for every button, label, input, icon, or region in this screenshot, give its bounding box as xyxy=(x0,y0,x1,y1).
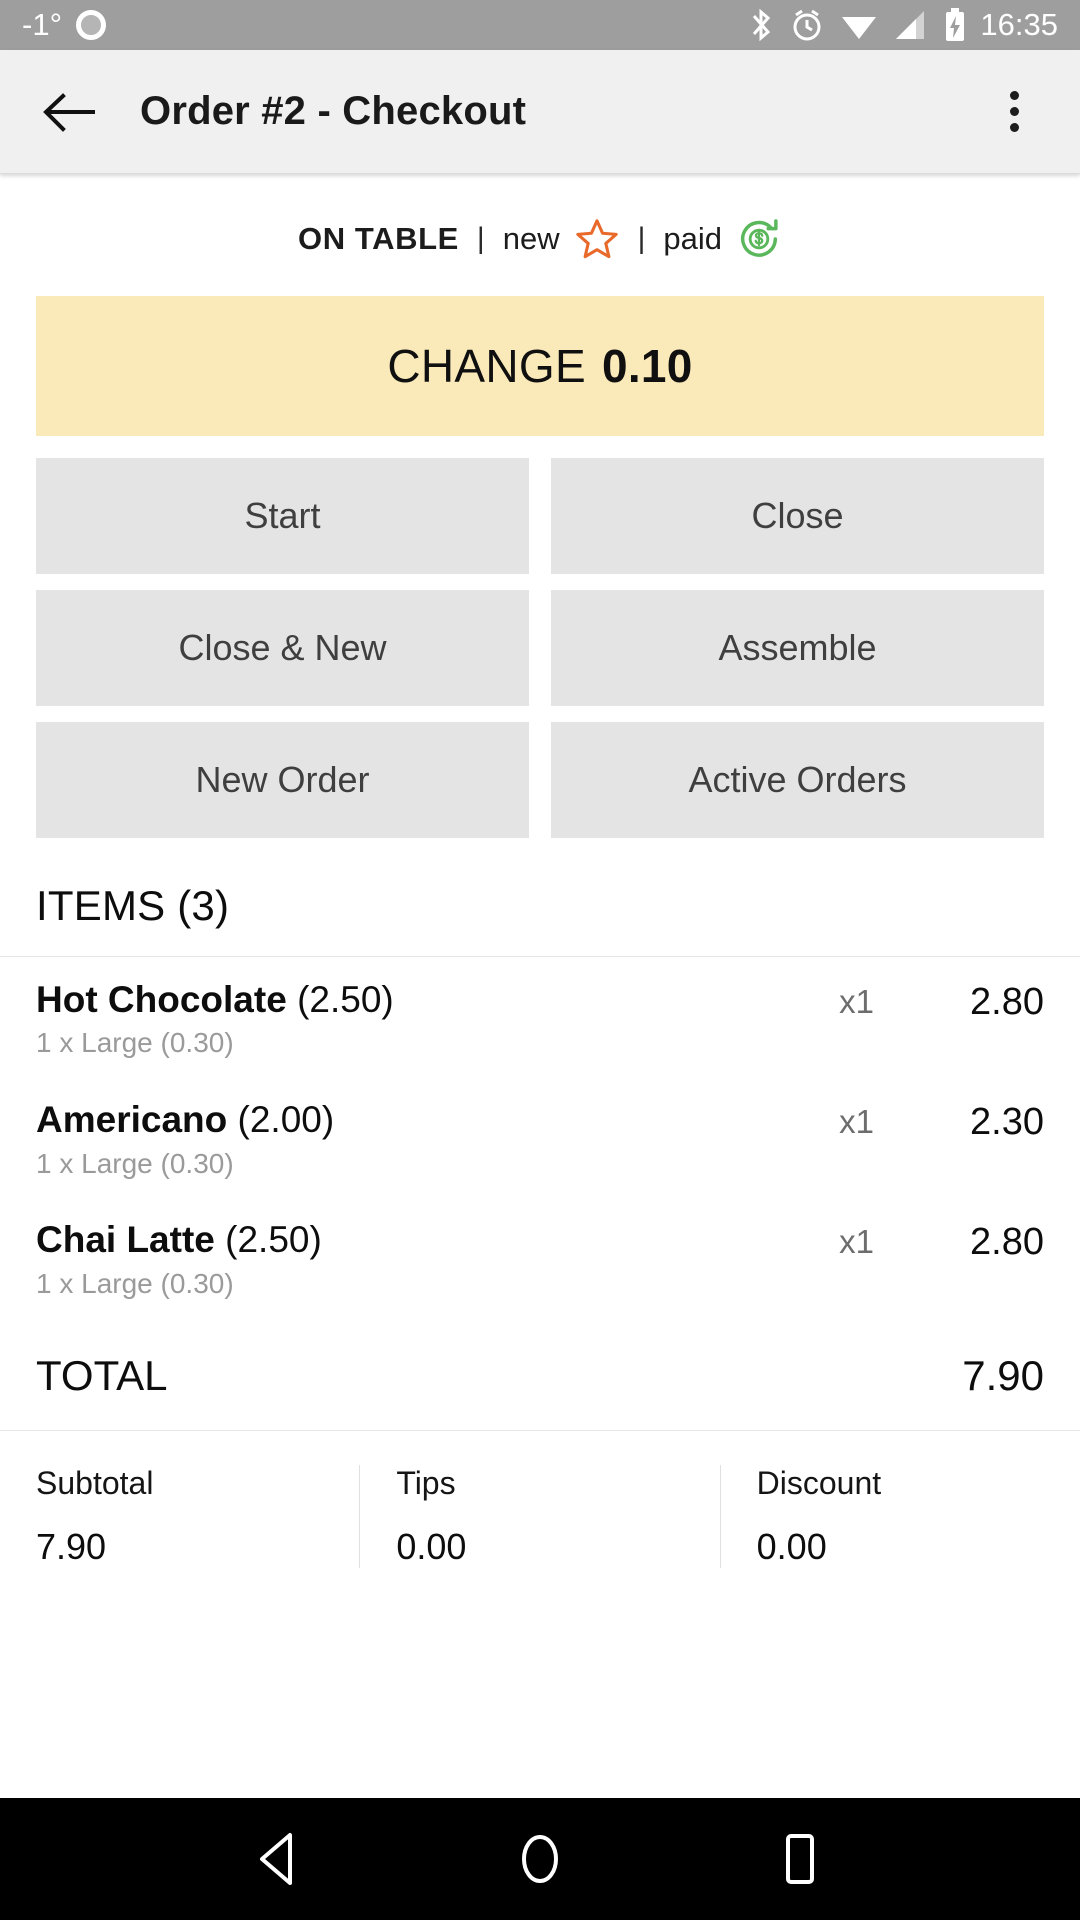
summary-cell-tips[interactable]: Tips 0.00 xyxy=(359,1464,719,1568)
summary-value: 7.90 xyxy=(36,1525,107,1567)
status-bar-icons xyxy=(748,7,966,43)
item-title: Chai Latte (2.50) xyxy=(36,1219,724,1260)
page-title: Order #2 - Checkout xyxy=(140,89,527,133)
total-label: TOTAL xyxy=(36,1351,168,1399)
item-base-price: (2.50) xyxy=(297,979,394,1020)
android-navigation-bar xyxy=(0,1798,1080,1920)
weather-circle-icon xyxy=(75,10,106,40)
item-quantity: x1 xyxy=(839,1103,874,1141)
order-paid-label: paid xyxy=(663,221,722,256)
back-arrow-icon[interactable] xyxy=(38,81,100,143)
close-and-new-button[interactable]: Close & New xyxy=(36,590,529,706)
change-label: CHANGE xyxy=(387,340,586,392)
item-title: Americano (2.00) xyxy=(36,1099,724,1140)
item-main: Americano (2.00) 1 x Large (0.30) xyxy=(36,1099,724,1179)
app-bar: Order #2 - Checkout xyxy=(0,50,1080,174)
change-banner: CHANGE 0.10 xyxy=(36,296,1044,436)
signal-icon xyxy=(894,9,928,41)
item-base-price: (2.00) xyxy=(237,1099,335,1141)
summary-label: Tips xyxy=(396,1464,456,1501)
temperature-text: -1° xyxy=(22,7,62,42)
nav-home-icon[interactable] xyxy=(485,1804,595,1914)
item-price: 2.30 xyxy=(970,1101,1044,1144)
kebab-dot xyxy=(1009,123,1019,132)
refund-dollar-icon[interactable] xyxy=(736,216,782,262)
item-name: Americano xyxy=(36,1099,228,1141)
table-row[interactable]: Americano (2.00) 1 x Large (0.30) x1 2.3… xyxy=(0,1077,1080,1197)
close-button[interactable]: Close xyxy=(551,458,1044,574)
new-order-button[interactable]: New Order xyxy=(36,722,529,838)
item-quantity: x1 xyxy=(839,983,874,1020)
order-status-line: ON TABLE | new | paid xyxy=(0,174,1080,278)
more-vertical-icon[interactable] xyxy=(986,81,1042,143)
item-main: Hot Chocolate (2.50) 1 x Large (0.30) xyxy=(36,979,724,1059)
item-modifier: 1 x Large (0.30) xyxy=(36,1027,234,1059)
summary-row: Subtotal 7.90 Tips 0.00 Discount 0.00 xyxy=(0,1429,1080,1568)
summary-label: Subtotal xyxy=(36,1464,154,1501)
summary-value: 0.00 xyxy=(756,1525,827,1567)
table-row[interactable]: Chai Latte (2.50) 1 x Large (0.30) x1 2.… xyxy=(0,1197,1080,1317)
nav-recents-icon[interactable] xyxy=(745,1804,855,1914)
total-value: 7.90 xyxy=(962,1351,1044,1399)
assemble-button[interactable]: Assemble xyxy=(551,590,1044,706)
nav-back-icon[interactable] xyxy=(225,1804,335,1914)
summary-cell-subtotal[interactable]: Subtotal 7.90 xyxy=(0,1465,359,1568)
clock-text: 16:35 xyxy=(980,7,1058,42)
total-row: TOTAL 7.90 xyxy=(0,1318,1080,1430)
item-name: Chai Latte xyxy=(36,1219,215,1261)
change-amount: 0.10 xyxy=(601,340,693,392)
active-orders-button[interactable]: Active Orders xyxy=(551,722,1044,838)
item-modifier: 1 x Large (0.30) xyxy=(36,1267,234,1299)
item-quantity: x1 xyxy=(839,1223,874,1261)
star-outline-icon[interactable] xyxy=(574,216,620,262)
kebab-dot xyxy=(1009,91,1019,100)
table-row[interactable]: Hot Chocolate (2.50) 1 x Large (0.30) x1… xyxy=(0,957,1080,1077)
order-new-label: new xyxy=(502,221,560,256)
item-main: Chai Latte (2.50) 1 x Large (0.30) xyxy=(36,1219,724,1299)
item-price: 2.80 xyxy=(970,1221,1044,1264)
item-title: Hot Chocolate (2.50) xyxy=(36,979,724,1020)
kebab-dot xyxy=(1009,107,1019,116)
item-modifier: 1 x Large (0.30) xyxy=(36,1147,234,1179)
item-base-price: (2.50) xyxy=(225,1219,322,1261)
summary-label: Discount xyxy=(756,1464,882,1501)
item-price: 2.80 xyxy=(970,981,1044,1023)
order-state-text: ON TABLE xyxy=(297,221,459,256)
action-buttons-grid: Start Close Close & New Assemble New Ord… xyxy=(36,458,1044,838)
status-separator: | xyxy=(476,222,485,255)
battery-charging-icon xyxy=(944,7,966,43)
items-section-header: ITEMS (3) xyxy=(36,882,230,929)
checkout-content: ON TABLE | new | paid CHANGE 0.10 Start … xyxy=(0,174,1080,1568)
start-button[interactable]: Start xyxy=(36,458,529,574)
summary-value: 0.00 xyxy=(396,1525,467,1567)
alarm-icon xyxy=(790,7,824,43)
item-name: Hot Chocolate xyxy=(36,979,287,1020)
status-bar: -1° 16:35 xyxy=(0,0,1080,50)
status-separator: | xyxy=(637,222,646,255)
wifi-icon xyxy=(840,9,878,41)
bluetooth-icon xyxy=(748,7,774,43)
summary-cell-discount[interactable]: Discount 0.00 xyxy=(719,1464,1080,1568)
